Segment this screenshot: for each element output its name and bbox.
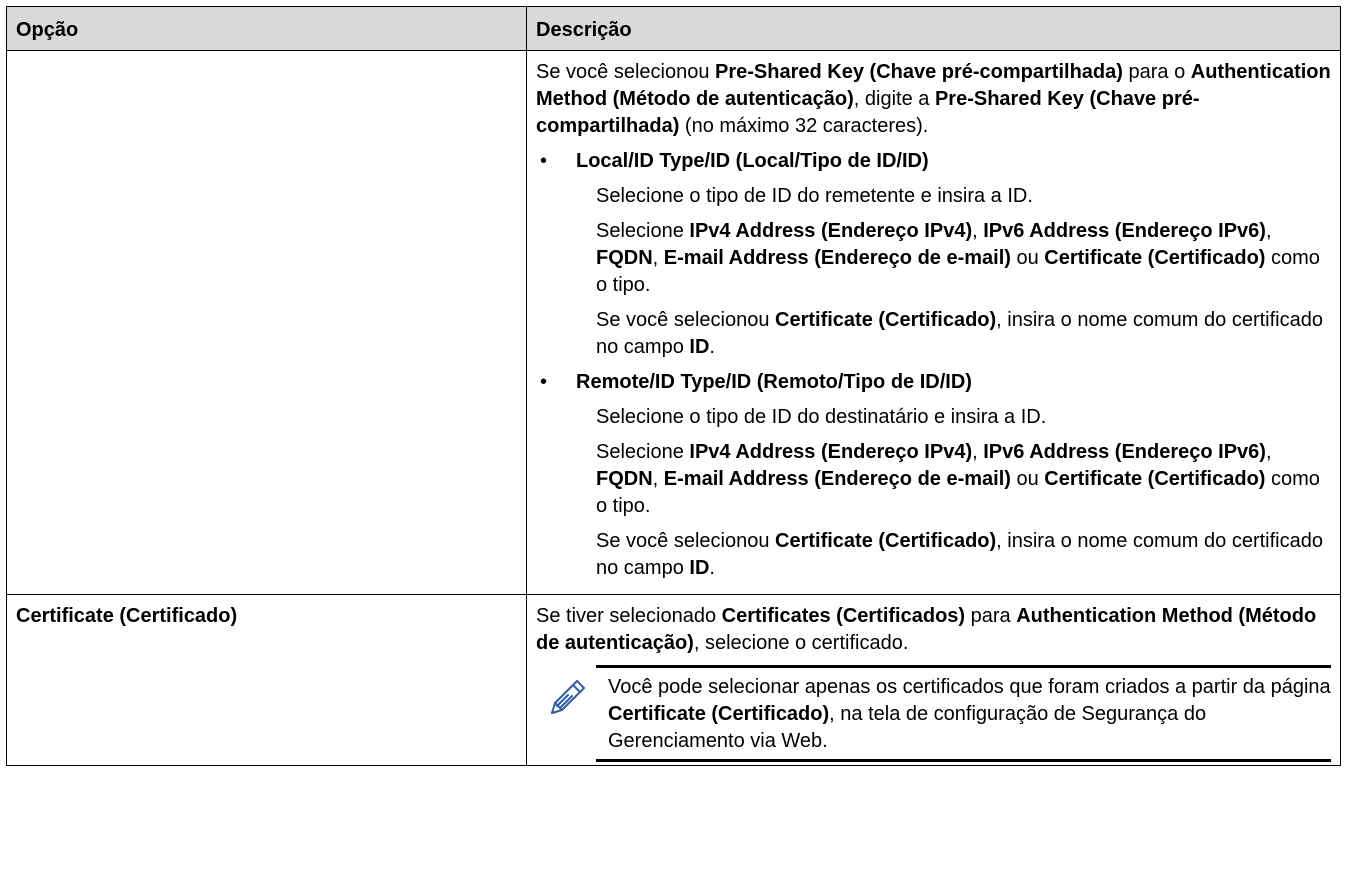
remote-id-details: Selecione o tipo de ID do destinatário e… bbox=[536, 404, 1331, 582]
table-header-row: Opção Descrição bbox=[6, 6, 1341, 51]
local-id-certificate-note: Se você selecionou Certificate (Certific… bbox=[596, 309, 1323, 358]
header-option: Opção bbox=[6, 6, 527, 51]
row2-option-cell: Certificate (Certificado) bbox=[6, 594, 527, 766]
row1-option-cell bbox=[6, 50, 527, 595]
bullet-marker: • bbox=[540, 371, 548, 393]
bullet-local-id-type: • Local/ID Type/ID (Local/Tipo de ID/ID) bbox=[536, 148, 1331, 175]
bullet-marker: • bbox=[540, 150, 548, 172]
local-id-type-options: Selecione IPv4 Address (Endereço IPv4), … bbox=[596, 220, 1320, 296]
certificate-select-paragraph: Se tiver selecionado Certificates (Certi… bbox=[536, 605, 1317, 654]
row1-description-cell: Se você selecionou Pre-Shared Key (Chave… bbox=[526, 50, 1341, 595]
bullet-remote-id-type: • Remote/ID Type/ID (Remoto/Tipo de ID/ID… bbox=[536, 369, 1331, 396]
pre-shared-key-paragraph: Se você selecionou Pre-Shared Key (Chave… bbox=[536, 61, 1331, 137]
note-block: Você pode selecionar apenas os certifica… bbox=[536, 665, 1331, 762]
pencil-note-icon bbox=[551, 680, 585, 714]
local-id-details: Selecione o tipo de ID do remetente e in… bbox=[536, 183, 1331, 361]
note-text-box: Você pode selecionar apenas os certifica… bbox=[596, 665, 1331, 762]
header-description: Descrição bbox=[526, 6, 1341, 51]
row2-description-cell: Se tiver selecionado Certificates (Certi… bbox=[526, 594, 1341, 766]
note-text: Você pode selecionar apenas os certifica… bbox=[608, 676, 1331, 752]
remote-id-instruction: Selecione o tipo de ID do destinatário e… bbox=[596, 406, 1047, 428]
remote-id-type-options: Selecione IPv4 Address (Endereço IPv4), … bbox=[596, 441, 1320, 517]
options-table: Opção Descrição Se você selecionou Pre-S… bbox=[6, 6, 1341, 766]
table-row: Certificate (Certificado) Se tiver selec… bbox=[6, 594, 1341, 766]
local-id-instruction: Selecione o tipo de ID do remetente e in… bbox=[596, 185, 1033, 207]
table-row: Se você selecionou Pre-Shared Key (Chave… bbox=[6, 50, 1341, 595]
remote-id-certificate-note: Se você selecionou Certificate (Certific… bbox=[596, 530, 1323, 579]
